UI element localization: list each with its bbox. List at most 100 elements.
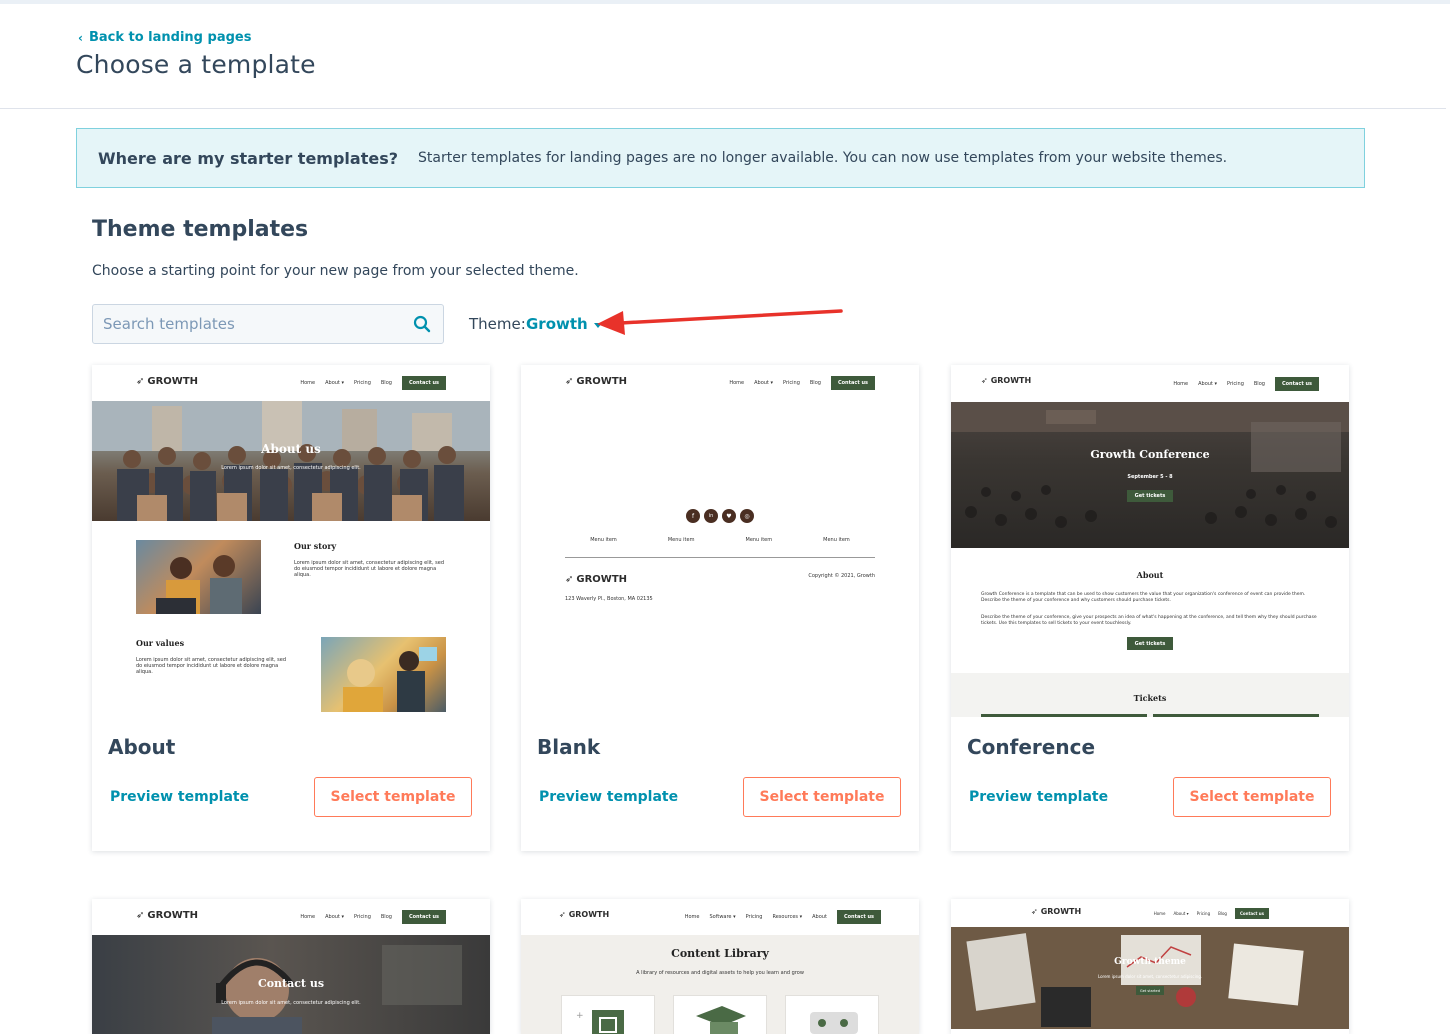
hero-text: Lorem ipsum dolor sit amet, consectetur … bbox=[221, 465, 361, 471]
footer-menu-item: Menu item bbox=[667, 537, 695, 543]
mini-logo-text: GROWTH bbox=[1040, 907, 1082, 916]
mini-nav-item: Home bbox=[684, 914, 700, 920]
select-template-button[interactable]: Select template bbox=[1173, 777, 1331, 817]
hero-text: Lorem ipsum dolor sit amet, consectetur … bbox=[1097, 974, 1203, 979]
theme-dropdown[interactable]: Growth bbox=[526, 315, 602, 333]
svg-text:+: + bbox=[576, 1011, 584, 1021]
mini-nav-item: Resources ▾ bbox=[772, 914, 803, 920]
rocket-icon: ➶ bbox=[136, 376, 145, 387]
mini-nav-item: Home bbox=[300, 914, 316, 920]
mini-nav-item: Blog bbox=[1218, 911, 1227, 916]
preview-template-link[interactable]: Preview template bbox=[539, 789, 678, 805]
rocket-icon: ➶ bbox=[136, 910, 145, 921]
footer-menu-item: Menu item bbox=[823, 537, 850, 543]
copyright: Copyright © 2021, Growth bbox=[808, 573, 875, 579]
preview-template-link[interactable]: Preview template bbox=[969, 789, 1108, 805]
mini-nav-item: About ▾ bbox=[325, 380, 345, 386]
mini-logo: ➶ GROWTH bbox=[1031, 907, 1081, 916]
mini-logo-text: GROWTH bbox=[990, 376, 1032, 385]
hero-image: Growth theme Lorem ipsum dolor sit amet,… bbox=[951, 927, 1349, 1029]
mini-logo: ➶ GROWTH bbox=[559, 910, 609, 919]
resource-card bbox=[673, 995, 767, 1034]
story-title: Our story bbox=[294, 541, 337, 551]
preview-template-link[interactable]: Preview template bbox=[110, 789, 249, 805]
about-cta: Get tickets bbox=[1127, 637, 1173, 650]
template-preview[interactable]: ➶ GROWTH Home About ▾ Pricing Blog Contac… bbox=[521, 365, 919, 717]
mini-nav: ➶ GROWTH Home About ▾ Pricing Blog Contac… bbox=[92, 899, 490, 935]
select-template-button[interactable]: Select template bbox=[743, 777, 901, 817]
mini-nav-text: About bbox=[1198, 381, 1213, 387]
template-card-blank: ➶ GROWTH Home About ▾ Pricing Blog Contac… bbox=[521, 365, 919, 851]
mini-nav-item: About ▾ bbox=[1173, 911, 1189, 916]
template-preview[interactable]: ➶ GROWTH Home About ▾ Pricing Blog Contac… bbox=[951, 899, 1349, 1034]
mini-nav-item: Home bbox=[1153, 911, 1166, 916]
mini-nav-text: About bbox=[325, 914, 340, 920]
info-alert: Where are my starter templates? Starter … bbox=[76, 128, 1365, 188]
values-image bbox=[321, 637, 446, 712]
mini-nav-item: About ▾ bbox=[754, 380, 774, 386]
team-photo-image bbox=[92, 401, 490, 521]
hero-text: Lorem ipsum dolor sit amet, consectetur … bbox=[221, 1000, 361, 1006]
template-preview[interactable]: ➶ GROWTH Home About ▾ Pricing Blog Contac… bbox=[92, 365, 490, 717]
mini-nav: ➶ GROWTH Home About ▾ Pricing Blog Contac… bbox=[951, 365, 1349, 401]
mini-nav-links: Home About ▾ Pricing Blog Contact us bbox=[1154, 908, 1269, 919]
mini-nav-item: About ▾ bbox=[1198, 381, 1218, 387]
mini-nav-item: Home bbox=[1173, 381, 1189, 387]
mini-logo-text: GROWTH bbox=[147, 910, 199, 921]
mini-nav-item: Home bbox=[300, 380, 316, 386]
mini-nav: ➶ GROWTH Home About ▾ Pricing Blog Contac… bbox=[521, 365, 919, 401]
mini-nav-item: Pricing bbox=[1227, 381, 1244, 387]
mini-logo: ➶ GROWTH bbox=[981, 376, 1031, 385]
template-name: About bbox=[108, 735, 176, 759]
hero-title: Content Library bbox=[671, 947, 769, 960]
resource-card: + bbox=[561, 995, 655, 1034]
tickets-section: Tickets bbox=[951, 673, 1349, 717]
template-card-conference: ➶ GROWTH Home About ▾ Pricing Blog Contac… bbox=[951, 365, 1349, 851]
page-header: ‹ Back to landing pages Choose a templat… bbox=[0, 4, 1446, 109]
template-preview[interactable]: ➶ GROWTH Home About ▾ Pricing Blog Contac… bbox=[951, 365, 1349, 717]
mini-logo-text: GROWTH bbox=[568, 910, 610, 919]
select-template-button[interactable]: Select template bbox=[314, 777, 472, 817]
footer-menu-item: Menu item bbox=[745, 537, 773, 543]
template-card-about: ➶ GROWTH Home About ▾ Pricing Blog Contac… bbox=[92, 365, 490, 851]
hero-text: A library of resources and digital asset… bbox=[636, 970, 804, 976]
values-text: Lorem ipsum dolor sit amet, consectetur … bbox=[136, 657, 286, 675]
mini-nav-text: Software bbox=[709, 914, 732, 920]
mini-nav-item: About bbox=[812, 914, 827, 920]
theme-label: Theme: bbox=[469, 315, 526, 333]
mini-nav-item: Pricing bbox=[783, 380, 800, 386]
template-card-contact: ➶ GROWTH Home About ▾ Pricing Blog Contac… bbox=[92, 899, 490, 1034]
mini-cta: Contact us bbox=[1234, 908, 1269, 919]
mini-nav-links: Home About ▾ Pricing Blog Contact us bbox=[300, 910, 446, 924]
hero-title: Growth Conference bbox=[1090, 448, 1210, 461]
search-icon[interactable] bbox=[411, 313, 433, 335]
hero-cta: Get started bbox=[1136, 986, 1164, 995]
hero-image: About us Lorem ipsum dolor sit amet, con… bbox=[92, 401, 490, 521]
mini-nav-item: Home bbox=[729, 380, 745, 386]
mini-nav-item: Blog bbox=[380, 380, 392, 386]
footer-divider bbox=[565, 557, 875, 558]
footer-logo: ➶ GROWTH bbox=[565, 574, 627, 585]
mini-nav-item: Pricing bbox=[354, 380, 371, 386]
search-box bbox=[92, 304, 444, 344]
story-image bbox=[136, 540, 261, 614]
rocket-icon: ➶ bbox=[559, 910, 566, 919]
mini-logo: ➶ GROWTH bbox=[565, 376, 627, 387]
rocket-icon: ➶ bbox=[981, 376, 988, 385]
about-text: Describe the theme of your conference, g… bbox=[981, 615, 1317, 626]
back-link[interactable]: ‹ Back to landing pages bbox=[78, 30, 251, 45]
template-preview[interactable]: ➶ GROWTH Home Software ▾ Pricing Resource… bbox=[521, 899, 919, 1034]
mini-nav-text: About bbox=[325, 380, 340, 386]
page-title: Choose a template bbox=[76, 50, 316, 79]
search-input[interactable] bbox=[103, 315, 411, 333]
hero-title: About us bbox=[261, 442, 321, 456]
mini-nav-links: Home About ▾ Pricing Blog Contact us bbox=[1173, 377, 1319, 391]
hero-section: Content Library A library of resources a… bbox=[521, 935, 919, 1034]
annotation-arrow-icon bbox=[597, 309, 843, 335]
rocket-icon: ➶ bbox=[1031, 907, 1038, 916]
hero-title: Contact us bbox=[257, 977, 325, 990]
hero-title: Growth theme bbox=[1114, 957, 1186, 967]
mini-nav-item: Pricing bbox=[1196, 911, 1211, 916]
mini-nav-item: Blog bbox=[809, 380, 821, 386]
template-preview[interactable]: ➶ GROWTH Home About ▾ Pricing Blog Contac… bbox=[92, 899, 490, 1034]
